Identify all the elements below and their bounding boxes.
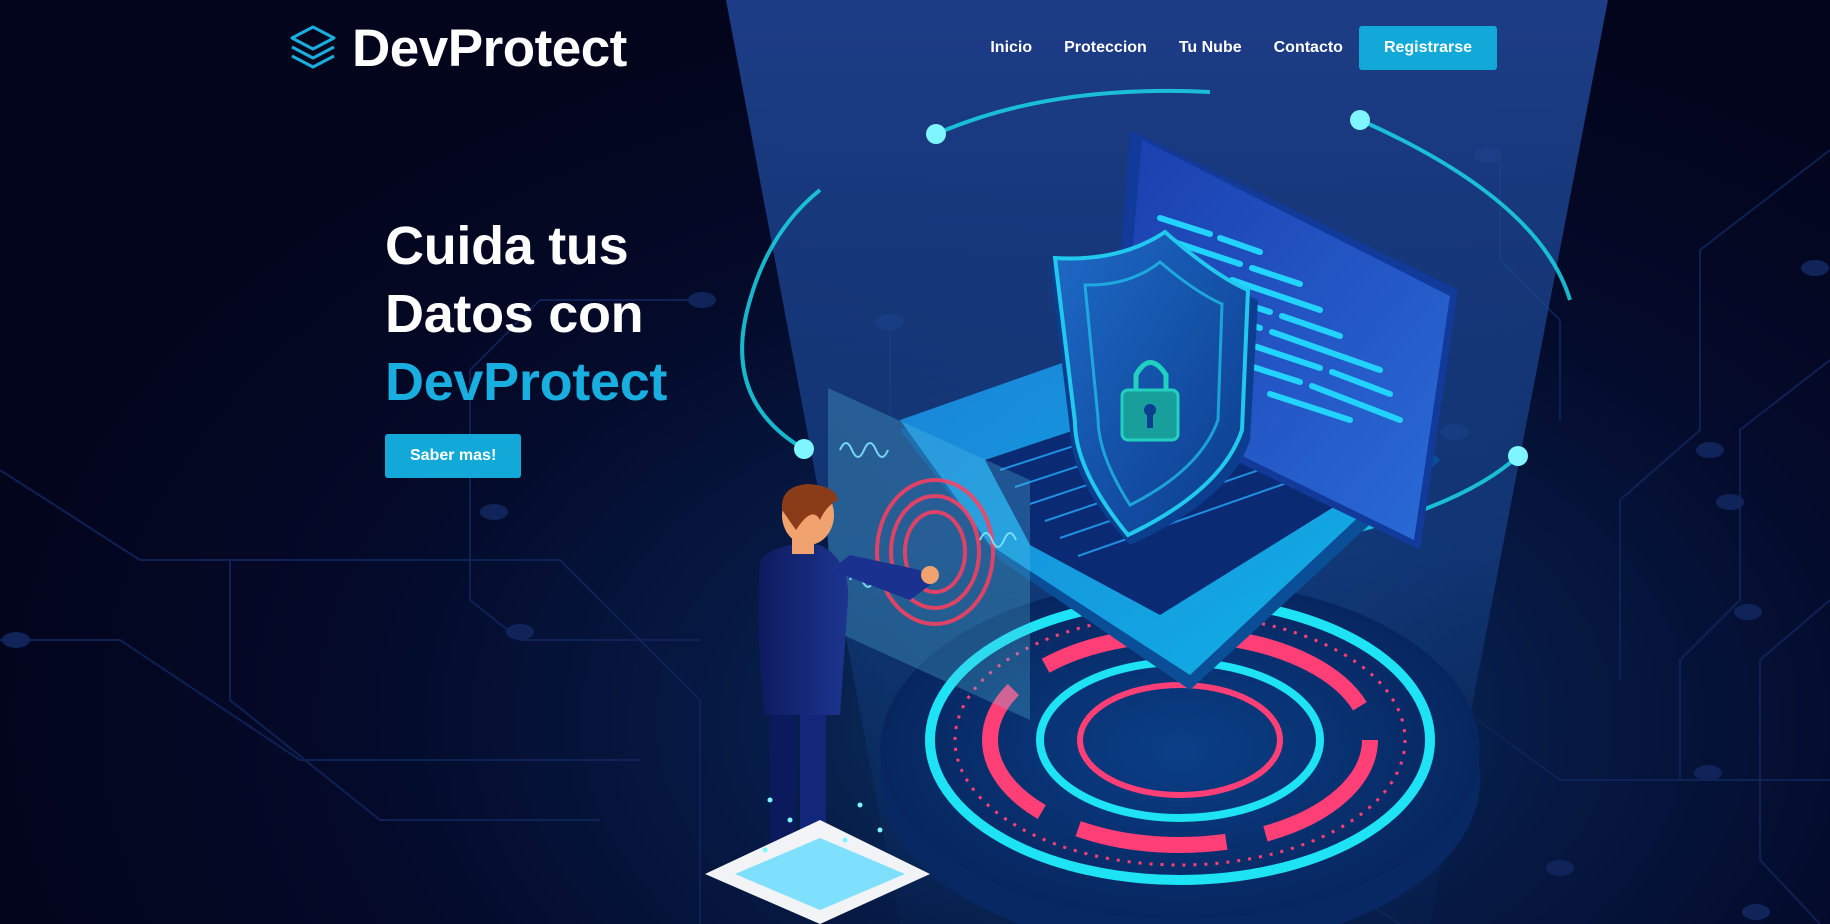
hero-title: Cuida tus Datos con DevProtect [385,212,805,416]
hero-title-line-2: Datos con [385,284,644,344]
hero-title-line-1: Cuida tus [385,216,629,276]
register-button[interactable]: Registrarse [1358,26,1497,70]
site-header: DevProtect Inicio Proteccion Tu Nube Con… [0,0,1830,98]
hero-illustration [0,0,1830,924]
brand-name: DevProtect [352,19,627,78]
nav-link-contacto[interactable]: Contacto [1274,25,1343,71]
landing-page: DevProtect Inicio Proteccion Tu Nube Con… [0,0,1830,924]
brand-logo[interactable]: DevProtect [288,18,627,80]
hero-title-accent: DevProtect [385,352,668,412]
hero-section: Cuida tus Datos con DevProtect Saber mas… [385,212,805,478]
nav-link-proteccion[interactable]: Proteccion [1064,25,1147,71]
nav-link-inicio[interactable]: Inicio [990,25,1032,71]
learn-more-button[interactable]: Saber mas! [385,434,522,478]
nav-link-tu-nube[interactable]: Tu Nube [1179,25,1242,71]
layers-icon [290,25,336,69]
main-nav: Inicio Proteccion Tu Nube Contacto Regis… [990,25,1497,71]
